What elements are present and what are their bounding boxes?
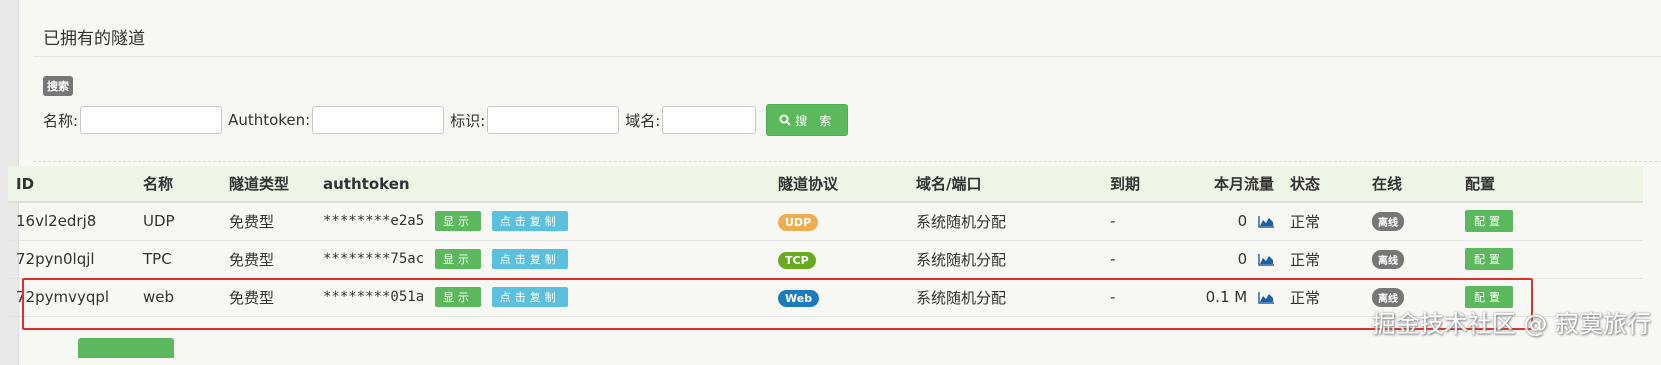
traffic-value: 0.1 M bbox=[1205, 288, 1248, 306]
cell-protocol: Web bbox=[770, 278, 908, 317]
watermark: 掘金技术社区 @ 寂寞旅行 bbox=[1371, 310, 1651, 338]
header-status: 状态 bbox=[1282, 166, 1364, 203]
cell-traffic: 0 bbox=[1178, 202, 1282, 241]
cell-id: 72pymvyqpl bbox=[8, 278, 135, 317]
identifier-label: 标识: bbox=[450, 111, 486, 130]
cell-domain: 系统随机分配 bbox=[908, 202, 1102, 241]
area-chart-icon[interactable] bbox=[1258, 253, 1274, 266]
protocol-badge: UDP bbox=[778, 213, 819, 231]
area-chart-icon[interactable] bbox=[1258, 291, 1274, 304]
authtoken-value: ********75ac bbox=[323, 251, 425, 267]
search-button[interactable]: 搜 索 bbox=[766, 104, 849, 136]
show-token-button[interactable]: 显示 bbox=[434, 287, 481, 307]
config-button[interactable]: 配置 bbox=[1465, 248, 1513, 270]
cell-id: 16vl2edrj8 bbox=[8, 202, 135, 241]
section-divider bbox=[33, 161, 1661, 162]
traffic-value: 0 bbox=[1237, 212, 1248, 231]
cell-protocol: TCP bbox=[770, 240, 908, 279]
cell-expire: - bbox=[1102, 240, 1178, 279]
search-icon bbox=[779, 114, 792, 126]
traffic-value: 0 bbox=[1237, 250, 1248, 268]
search-form: 名称: Authtoken: 标识: 域名: 搜 索 bbox=[43, 104, 849, 136]
cell-domain: 系统随机分配 bbox=[908, 240, 1102, 279]
cell-authtoken: ********051a 显示 点击复制 bbox=[315, 278, 770, 317]
authtoken-value: ********051a bbox=[323, 289, 425, 305]
domain-label: 域名: bbox=[625, 111, 661, 130]
cell-traffic: 0 bbox=[1178, 240, 1282, 279]
header-online: 在线 bbox=[1364, 166, 1457, 203]
search-button-label: 搜 索 bbox=[795, 113, 836, 128]
copy-token-button[interactable]: 点击复制 bbox=[491, 287, 568, 307]
domain-input[interactable] bbox=[662, 106, 757, 134]
show-token-button[interactable]: 显示 bbox=[434, 249, 481, 269]
identifier-input[interactable] bbox=[487, 106, 620, 134]
name-input[interactable] bbox=[80, 106, 223, 134]
cell-domain: 系统随机分配 bbox=[908, 278, 1102, 317]
table-header-row: ID 名称 隧道类型 authtoken 隧道协议 域名/端口 到期 本月流量 … bbox=[8, 166, 1643, 203]
cell-expire: - bbox=[1102, 202, 1178, 241]
name-label: 名称: bbox=[43, 111, 79, 130]
header-authtoken: authtoken bbox=[315, 166, 770, 203]
header-name: 名称 bbox=[135, 166, 221, 203]
cell-id: 72pyn0lqjl bbox=[8, 240, 135, 279]
config-button[interactable]: 配置 bbox=[1465, 210, 1513, 233]
protocol-badge: TCP bbox=[778, 251, 816, 269]
copy-token-button[interactable]: 点击复制 bbox=[491, 211, 568, 232]
header-type: 隧道类型 bbox=[221, 166, 315, 203]
authtoken-label: Authtoken: bbox=[228, 111, 311, 129]
header-expire: 到期 bbox=[1102, 166, 1178, 203]
copy-token-button[interactable]: 点击复制 bbox=[491, 249, 568, 269]
header-id: ID bbox=[8, 166, 135, 203]
cell-online: 离线 bbox=[1364, 240, 1457, 279]
authtoken-value: ********e2a5 bbox=[323, 213, 425, 230]
cell-traffic: 0.1 M bbox=[1178, 278, 1282, 317]
cell-type: 免费型 bbox=[221, 202, 315, 241]
table-row: 16vl2edrj8 UDP 免费型 ********e2a5 显示 点击复制 … bbox=[8, 202, 1643, 241]
cell-name: UDP bbox=[135, 202, 221, 241]
search-badge: 搜索 bbox=[43, 76, 73, 96]
cell-config: 配置 bbox=[1457, 240, 1643, 279]
title-divider bbox=[33, 56, 1661, 57]
tunnels-table: ID 名称 隧道类型 authtoken 隧道协议 域名/端口 到期 本月流量 … bbox=[8, 166, 1643, 317]
header-domain: 域名/端口 bbox=[908, 166, 1102, 203]
table-row: 72pyn0lqjl TPC 免费型 ********75ac 显示 点击复制 … bbox=[8, 240, 1643, 279]
cell-name: web bbox=[135, 278, 221, 317]
cell-type: 免费型 bbox=[221, 240, 315, 279]
cell-expire: - bbox=[1102, 278, 1178, 317]
panel-title: 已拥有的隧道 bbox=[43, 29, 145, 49]
cell-protocol: UDP bbox=[770, 202, 908, 241]
area-chart-icon[interactable] bbox=[1258, 215, 1274, 228]
authtoken-input[interactable] bbox=[312, 106, 445, 134]
header-traffic: 本月流量 bbox=[1178, 166, 1282, 203]
cell-online: 离线 bbox=[1364, 202, 1457, 241]
bottom-button[interactable] bbox=[78, 338, 174, 358]
cell-authtoken: ********e2a5 显示 点击复制 bbox=[315, 202, 770, 241]
header-protocol: 隧道协议 bbox=[770, 166, 908, 203]
header-config: 配置 bbox=[1457, 166, 1643, 203]
cell-status: 正常 bbox=[1282, 278, 1364, 317]
cell-status: 正常 bbox=[1282, 202, 1364, 241]
cell-status: 正常 bbox=[1282, 240, 1364, 279]
cell-config: 配置 bbox=[1457, 202, 1643, 241]
cell-type: 免费型 bbox=[221, 278, 315, 317]
protocol-badge: Web bbox=[778, 289, 820, 307]
cell-name: TPC bbox=[135, 240, 221, 279]
show-token-button[interactable]: 显示 bbox=[434, 211, 481, 232]
offline-badge: 离线 bbox=[1372, 249, 1404, 269]
cell-authtoken: ********75ac 显示 点击复制 bbox=[315, 240, 770, 279]
offline-badge: 离线 bbox=[1372, 211, 1404, 231]
